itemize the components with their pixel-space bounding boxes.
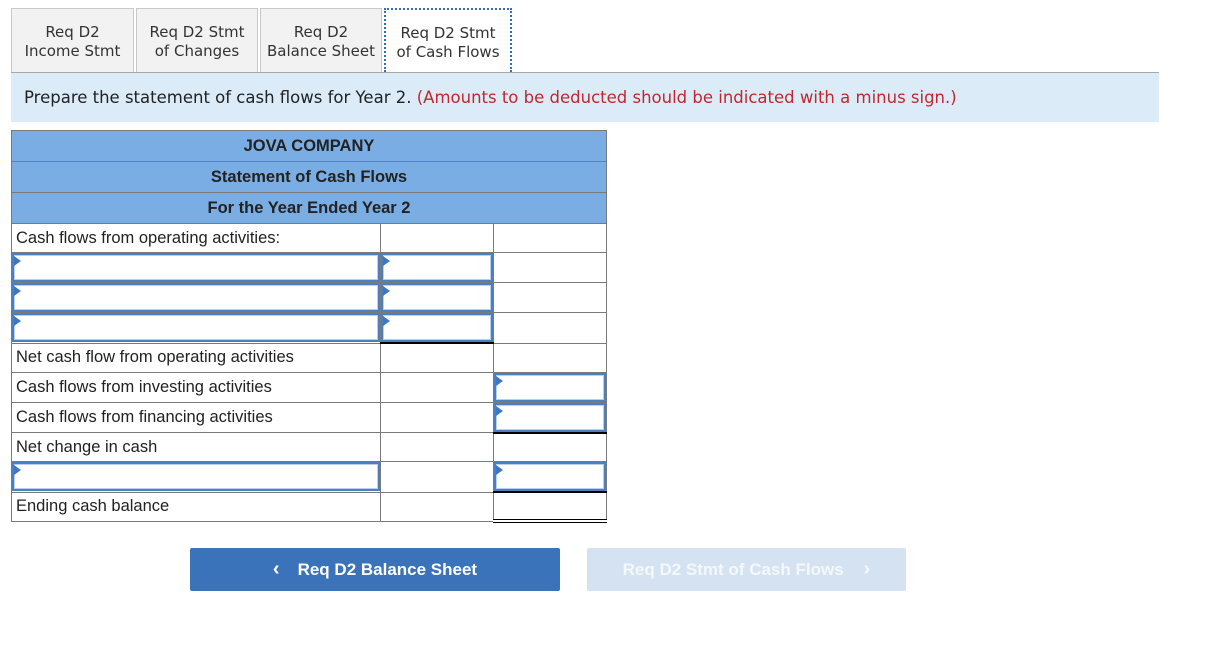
operating-item-3-amount[interactable] — [381, 313, 493, 342]
empty-cell — [493, 432, 607, 462]
beginning-cash-label-dropdown[interactable] — [12, 462, 380, 492]
table-row: Cash flows from financing activities — [11, 401, 607, 434]
empty-cell — [380, 401, 494, 433]
company-name: JOVA COMPANY — [11, 130, 607, 162]
table-row — [11, 252, 607, 283]
instruction-text: Prepare the statement of cash flows for … — [24, 88, 412, 107]
empty-cell — [493, 252, 607, 283]
table-row: Net change in cash — [11, 432, 607, 462]
tab-label-line2: of Cash Flows — [396, 43, 500, 61]
table-row — [11, 312, 607, 344]
empty-cell — [380, 461, 494, 493]
operating-item-2-dropdown[interactable] — [12, 283, 380, 312]
dropdown-arrow-icon — [496, 465, 503, 475]
beginning-cash-total[interactable] — [494, 462, 606, 491]
tab-income-stmt[interactable]: Req D2 Income Stmt — [11, 8, 134, 72]
tab-label-line1: Req D2 Stmt — [400, 24, 496, 42]
cash-flow-statement-table: JOVA COMPANY Statement of Cash Flows For… — [11, 130, 607, 523]
table-row: Cash flows from investing activities — [11, 371, 607, 403]
table-row: Cash flows from operating activities: — [11, 223, 607, 253]
operating-item-3-dropdown[interactable] — [12, 313, 380, 343]
tab-label-line2: of Changes — [154, 42, 240, 60]
investing-total-input[interactable] — [496, 374, 604, 400]
instruction-banner: Prepare the statement of cash flows for … — [11, 73, 1159, 122]
row-label-ending-cash: Ending cash balance — [11, 491, 381, 522]
prev-button-label: Req D2 Balance Sheet — [297, 559, 478, 579]
table-row: Ending cash balance — [11, 491, 607, 523]
empty-cell — [380, 223, 494, 253]
requirement-tabs: Req D2 Income Stmt Req D2 Stmt of Change… — [11, 8, 514, 72]
financing-total-input[interactable] — [496, 404, 604, 430]
row-label-net-change: Net change in cash — [11, 432, 381, 462]
tab-label-line2: Balance Sheet — [267, 42, 375, 60]
dropdown-arrow-icon — [383, 256, 390, 266]
next-button-label: Req D2 Stmt of Cash Flows — [622, 559, 844, 579]
dropdown-arrow-icon — [383, 316, 390, 326]
beginning-cash-total-input[interactable] — [496, 464, 604, 489]
financing-total[interactable] — [494, 402, 606, 432]
instruction-note: (Amounts to be deducted should be indica… — [416, 88, 957, 107]
operating-item-3-amount-input[interactable] — [383, 315, 491, 340]
operating-item-2-label-input[interactable] — [14, 285, 378, 310]
dropdown-arrow-icon — [383, 286, 390, 296]
empty-cell — [380, 491, 494, 522]
empty-cell — [493, 312, 607, 344]
dropdown-arrow-icon — [496, 375, 503, 386]
statement-title: Statement of Cash Flows — [11, 161, 607, 193]
investing-total[interactable] — [494, 372, 606, 402]
tab-label-line1: Req D2 Stmt — [149, 23, 245, 41]
ending-cash-total-cell — [493, 491, 607, 523]
chevron-right-icon: › — [863, 558, 871, 580]
table-row — [11, 461, 607, 493]
beginning-cash-label-input[interactable] — [14, 464, 378, 490]
prev-button[interactable]: ‹ Req D2 Balance Sheet — [190, 548, 560, 591]
row-label-net-operating: Net cash flow from operating activities — [11, 342, 381, 373]
operating-item-2-amount[interactable] — [381, 283, 493, 312]
chevron-left-icon: ‹ — [272, 558, 280, 580]
empty-cell — [493, 342, 607, 373]
empty-cell — [493, 282, 607, 313]
tab-stmt-of-changes[interactable]: Req D2 Stmt of Changes — [136, 8, 258, 72]
tab-label-line2: Income Stmt — [24, 42, 121, 60]
table-row: Net cash flow from operating activities — [11, 342, 607, 373]
row-label-financing: Cash flows from financing activities — [11, 401, 381, 433]
empty-cell — [380, 342, 494, 373]
empty-cell — [380, 432, 494, 462]
dropdown-arrow-icon — [14, 316, 21, 327]
empty-cell — [493, 223, 607, 253]
row-label-operating-activities: Cash flows from operating activities: — [11, 223, 381, 253]
row-label-investing: Cash flows from investing activities — [11, 371, 381, 403]
dropdown-arrow-icon — [14, 465, 21, 476]
statement-period: For the Year Ended Year 2 — [11, 192, 607, 224]
dropdown-arrow-icon — [496, 405, 503, 416]
tab-label-line1: Req D2 — [293, 23, 349, 41]
tab-balance-sheet[interactable]: Req D2 Balance Sheet — [260, 8, 382, 72]
tab-label-line1: Req D2 — [45, 23, 100, 41]
dropdown-arrow-icon — [14, 286, 21, 296]
table-row — [11, 282, 607, 313]
operating-item-1-label-input[interactable] — [14, 255, 378, 280]
empty-cell — [380, 371, 494, 403]
operating-item-3-label-input[interactable] — [14, 315, 378, 341]
next-button[interactable]: Req D2 Stmt of Cash Flows › — [587, 548, 906, 591]
operating-item-1-amount-input[interactable] — [383, 255, 491, 280]
dropdown-arrow-icon — [14, 256, 21, 266]
operating-item-2-amount-input[interactable] — [383, 285, 491, 310]
operating-item-1-amount[interactable] — [381, 253, 493, 282]
operating-item-1-dropdown[interactable] — [12, 253, 380, 282]
tab-stmt-of-cash-flows[interactable]: Req D2 Stmt of Cash Flows — [384, 8, 512, 72]
